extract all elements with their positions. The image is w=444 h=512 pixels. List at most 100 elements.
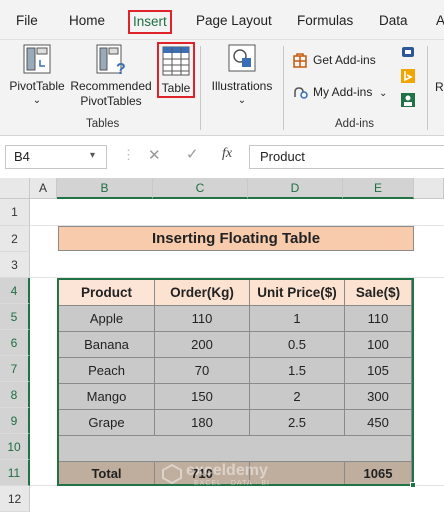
tab-insert[interactable]: Insert xyxy=(128,10,172,34)
ribbon-tabs: File Home Insert Page Layout Formulas Da… xyxy=(0,0,444,40)
table-cell[interactable] xyxy=(155,436,250,462)
pivottable-button[interactable]: PivotTable ⌄ xyxy=(6,42,68,118)
row-header-9[interactable]: 9 xyxy=(0,408,30,434)
table-button[interactable]: Table xyxy=(157,42,195,98)
my-addins-button[interactable]: My Add-ins xyxy=(292,84,392,102)
table-cell[interactable]: 1.5 xyxy=(250,358,345,384)
store-icon xyxy=(293,53,307,68)
table-cell[interactable]: 2.5 xyxy=(250,410,345,436)
row-header-2[interactable]: 2 xyxy=(0,226,30,252)
table-cell[interactable]: Peach xyxy=(59,358,155,384)
total-label-cell[interactable]: Total xyxy=(59,462,155,484)
row-header-10[interactable]: 10 xyxy=(0,434,30,460)
table-header-cell[interactable]: Product xyxy=(59,280,155,306)
tab-page-layout[interactable]: Page Layout xyxy=(196,13,272,28)
ribbon: PivotTable ⌄ ? Recommended PivotTables T… xyxy=(0,40,444,136)
table-cell[interactable]: 150 xyxy=(155,384,250,410)
fill-handle[interactable] xyxy=(410,482,416,488)
insert-function-button[interactable]: fx xyxy=(222,146,232,162)
table-header-cell[interactable]: Unit Price($) xyxy=(250,280,345,306)
tab-file[interactable]: File xyxy=(16,13,38,28)
data-table[interactable]: Product Order(Kg) Unit Price($) Sale($) … xyxy=(57,278,414,486)
people-graph-icon[interactable] xyxy=(400,92,416,108)
table-cell[interactable]: Banana xyxy=(59,332,155,358)
sheet-title-cell[interactable]: Inserting Floating Table xyxy=(58,226,414,251)
table-cell[interactable]: 100 xyxy=(345,332,412,358)
column-header-f[interactable] xyxy=(414,178,444,199)
table-cell[interactable]: 0.5 xyxy=(250,332,345,358)
column-header-c[interactable]: C xyxy=(153,178,248,199)
table-cell[interactable] xyxy=(59,436,155,462)
table-cell[interactable] xyxy=(250,436,345,462)
table-cell[interactable]: 180 xyxy=(155,410,250,436)
column-header-e[interactable]: E xyxy=(343,178,414,199)
get-addins-button[interactable]: Get Add-ins xyxy=(292,52,392,70)
recommended-pivottables-button[interactable]: ? Recommended PivotTables xyxy=(68,42,154,118)
tab-more[interactable]: A xyxy=(436,13,444,28)
table-header-cell[interactable]: Sale($) xyxy=(345,280,412,306)
table-cell[interactable]: 110 xyxy=(155,306,250,332)
total-sale-cell[interactable]: 1065 xyxy=(345,462,412,484)
group-separator xyxy=(427,46,428,130)
enter-icon[interactable]: ✓ xyxy=(186,145,199,163)
group-label-tables: Tables xyxy=(86,118,120,130)
group-separator xyxy=(200,46,201,130)
table-label: Table xyxy=(161,81,191,95)
worksheet[interactable]: A B C D E 1 2 3 4 5 6 7 8 9 10 11 12 Ins… xyxy=(0,178,444,512)
table-cell[interactable] xyxy=(345,436,412,462)
table-icon xyxy=(162,46,190,76)
ribbon-cut-label: R xyxy=(435,80,444,94)
chevron-down-icon[interactable]: ⌄ xyxy=(379,86,387,101)
row-header-5[interactable]: 5 xyxy=(0,304,30,330)
row-header-1[interactable]: 1 xyxy=(0,199,30,226)
illustrations-icon xyxy=(228,44,256,72)
visio-icon[interactable] xyxy=(400,44,416,60)
column-header-d[interactable]: D xyxy=(248,178,343,199)
row-header-11[interactable]: 11 xyxy=(0,460,30,486)
column-header-a[interactable]: A xyxy=(30,178,57,199)
row-header-8[interactable]: 8 xyxy=(0,382,30,408)
table-cell[interactable]: 70 xyxy=(155,358,250,384)
row-header-6[interactable]: 6 xyxy=(0,330,30,356)
column-header-b[interactable]: B xyxy=(57,178,153,199)
table-cell[interactable]: 2 xyxy=(250,384,345,410)
row-header-12[interactable]: 12 xyxy=(0,486,30,512)
table-cell[interactable]: 1 xyxy=(250,306,345,332)
header-order: Order(Kg) xyxy=(170,285,234,300)
pivottable-icon xyxy=(23,44,51,74)
tab-data[interactable]: Data xyxy=(379,13,408,28)
header-product: Product xyxy=(80,285,132,300)
my-addins-icon xyxy=(294,87,308,99)
watermark-logo: exceldemy EXCEL · DATA · BI xyxy=(160,461,310,491)
formula-input[interactable]: Product xyxy=(249,145,444,169)
table-cell[interactable]: Apple xyxy=(59,306,155,332)
illustrations-label: Illustrations xyxy=(211,79,273,93)
row-header-3[interactable]: 3 xyxy=(0,252,30,278)
table-cell[interactable]: 110 xyxy=(345,306,412,332)
dots-icon: ⋮ xyxy=(122,147,135,162)
row-header-7[interactable]: 7 xyxy=(0,356,30,382)
recommended-label-2: PivotTables xyxy=(80,94,142,108)
tab-home[interactable]: Home xyxy=(69,13,105,28)
illustrations-button[interactable]: Illustrations ⌄ xyxy=(206,42,278,118)
chevron-down-icon[interactable]: ▾ xyxy=(90,150,95,161)
sheet-title: Inserting Floating Table xyxy=(151,230,321,247)
table-cell[interactable]: 450 xyxy=(345,410,412,436)
chevron-down-icon: ⌄ xyxy=(32,95,42,106)
tab-formulas[interactable]: Formulas xyxy=(297,13,353,28)
select-all-corner[interactable] xyxy=(0,178,30,199)
table-cell[interactable]: 200 xyxy=(155,332,250,358)
group-separator xyxy=(283,46,284,130)
table-cell[interactable]: Mango xyxy=(59,384,155,410)
table-header-cell[interactable]: Order(Kg) xyxy=(155,280,250,306)
svg-text:?: ? xyxy=(116,61,126,76)
watermark-name: exceldemy xyxy=(186,462,268,479)
table-cell[interactable]: Grape xyxy=(59,410,155,436)
cancel-icon[interactable]: ✕ xyxy=(148,146,161,164)
row-header-4[interactable]: 4 xyxy=(0,278,30,304)
pivottable-label: PivotTable xyxy=(9,79,65,93)
table-cell[interactable]: 300 xyxy=(345,384,412,410)
table-cell[interactable]: 105 xyxy=(345,358,412,384)
header-unit-price: Unit Price($) xyxy=(257,285,337,300)
bing-icon[interactable] xyxy=(400,68,416,84)
